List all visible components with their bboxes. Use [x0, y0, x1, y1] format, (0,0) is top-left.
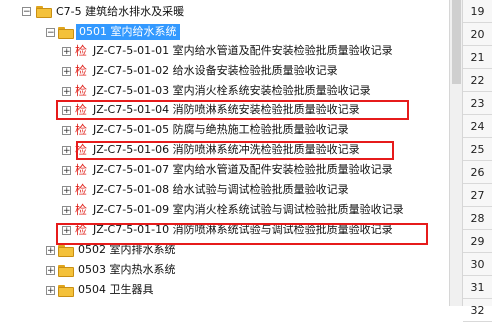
check-icon: 检 — [75, 44, 88, 58]
expand-toggle[interactable]: + — [62, 186, 71, 196]
check-icon: 检 — [75, 123, 88, 137]
expand-toggle[interactable]: + — [62, 87, 71, 97]
tree-view: − C7-5 建筑给水排水及采暖 − 0501 室内给水系统 + 检 JZ-C7… — [0, 0, 448, 306]
tree-node-label: C7-5 建筑给水排水及采暖 — [56, 5, 185, 18]
folder-icon — [58, 285, 74, 297]
row-number: 25 — [463, 138, 492, 161]
row-number: 19 — [463, 0, 492, 23]
tree-node-0504[interactable]: + 0504 卫生器具 — [0, 280, 448, 300]
check-icon: 检 — [75, 163, 88, 177]
scrollbar-thumb[interactable] — [452, 0, 461, 84]
tree-node-label: 0503 室内热水系统 — [78, 263, 176, 276]
check-icon: 检 — [75, 203, 88, 217]
expand-toggle[interactable]: + — [46, 266, 55, 276]
tree-item-label: JZ-C7-5-01-09 室内消火栓系统试验与调试检验批质量验收记录 — [93, 203, 404, 216]
tree-item-label: JZ-C7-5-01-07 室内给水管道及配件安装检验批质量验收记录 — [93, 163, 393, 176]
folder-open-icon — [36, 6, 52, 18]
expand-toggle[interactable]: + — [62, 166, 71, 176]
expand-toggle[interactable]: + — [62, 67, 71, 77]
check-icon: 检 — [75, 183, 88, 197]
row-number: 24 — [463, 115, 492, 138]
tree-item-label: JZ-C7-5-01-01 室内给水管道及配件安装检验批质量验收记录 — [93, 44, 393, 57]
tree-item-label: JZ-C7-5-01-08 给水试验与调试检验批质量验收记录 — [93, 183, 349, 196]
tree-item-label: JZ-C7-5-01-03 室内消火栓系统安装检验批质量验收记录 — [93, 84, 371, 97]
row-number: 23 — [463, 92, 492, 115]
row-number: 30 — [463, 253, 492, 276]
highlight-box — [56, 100, 409, 120]
tree-item-label: JZ-C7-5-01-05 防腐与绝热施工检验批质量验收记录 — [93, 123, 349, 136]
tree-item-03[interactable]: + 检 JZ-C7-5-01-03 室内消火栓系统安装检验批质量验收记录 — [0, 81, 448, 101]
row-number: 32 — [463, 299, 492, 322]
tree-node-0503[interactable]: + 0503 室内热水系统 — [0, 260, 448, 280]
highlight-box — [76, 141, 394, 160]
expand-toggle[interactable]: + — [62, 126, 71, 136]
expand-toggle[interactable]: + — [46, 246, 55, 256]
tree-item-label: JZ-C7-5-01-02 给水设备安装检验批质量验收记录 — [93, 64, 338, 77]
tree-item-09[interactable]: + 检 JZ-C7-5-01-09 室内消火栓系统试验与调试检验批质量验收记录 — [0, 200, 448, 220]
row-number: 28 — [463, 207, 492, 230]
check-icon: 检 — [75, 84, 88, 98]
check-icon: 检 — [75, 64, 88, 78]
tree-item-05[interactable]: + 检 JZ-C7-5-01-05 防腐与绝热施工检验批质量验收记录 — [0, 120, 448, 140]
tree-item-07[interactable]: + 检 JZ-C7-5-01-07 室内给水管道及配件安装检验批质量验收记录 — [0, 160, 448, 180]
tree-node-root[interactable]: − C7-5 建筑给水排水及采暖 — [0, 2, 448, 22]
collapse-toggle[interactable]: − — [22, 7, 31, 17]
tree-item-01[interactable]: + 检 JZ-C7-5-01-01 室内给水管道及配件安装检验批质量验收记录 — [0, 41, 448, 61]
vertical-scrollbar[interactable] — [449, 0, 463, 306]
highlight-box — [56, 223, 428, 245]
collapse-toggle[interactable]: − — [46, 28, 55, 38]
tree-node-0501[interactable]: − 0501 室内给水系统 — [0, 22, 448, 42]
expand-toggle[interactable]: + — [62, 47, 71, 57]
row-number-column: 19 20 21 22 23 24 25 26 27 28 29 30 31 3… — [463, 0, 492, 322]
folder-icon — [58, 245, 74, 257]
expand-toggle[interactable]: + — [46, 286, 55, 296]
row-number: 21 — [463, 46, 492, 69]
expand-toggle[interactable]: + — [62, 206, 71, 216]
tree-node-label-selected: 0501 室内给水系统 — [76, 24, 180, 40]
row-number: 29 — [463, 230, 492, 253]
row-number: 20 — [463, 23, 492, 46]
row-number: 31 — [463, 276, 492, 299]
row-number: 27 — [463, 184, 492, 207]
folder-icon — [58, 265, 74, 277]
row-number: 22 — [463, 69, 492, 92]
tree-item-02[interactable]: + 检 JZ-C7-5-01-02 给水设备安装检验批质量验收记录 — [0, 61, 448, 81]
row-number: 26 — [463, 161, 492, 184]
expand-toggle[interactable]: + — [62, 146, 71, 156]
folder-open-icon — [58, 27, 74, 39]
tree-node-label: 0504 卫生器具 — [78, 283, 154, 296]
tree-item-08[interactable]: + 检 JZ-C7-5-01-08 给水试验与调试检验批质量验收记录 — [0, 180, 448, 200]
